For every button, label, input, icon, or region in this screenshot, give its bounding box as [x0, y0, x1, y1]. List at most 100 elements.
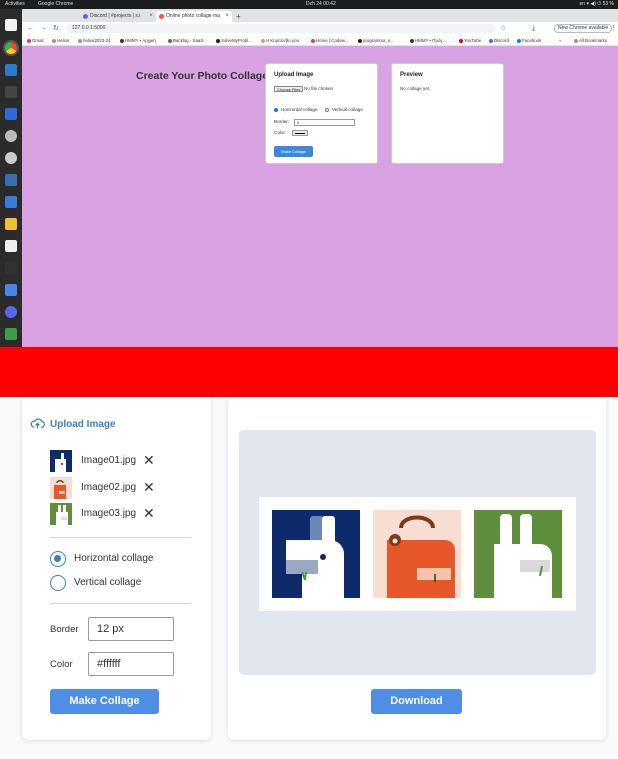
folder-icon: [52, 38, 56, 43]
horizontal-collage-label: Horizontal collage: [74, 553, 154, 564]
update-chrome-button[interactable]: New Chrome available: [554, 24, 613, 33]
site-icon: [120, 38, 124, 43]
border-label: Border:: [274, 119, 290, 124]
terminal-app-icon[interactable]: [5, 86, 17, 98]
collage-image-2: [373, 510, 461, 598]
document-viewer-app-icon[interactable]: [5, 196, 17, 208]
discord-app-icon[interactable]: [5, 306, 17, 318]
site-icon: [261, 38, 265, 43]
bookmark-item[interactable]: Facebook: [517, 35, 541, 46]
collage-preview-area: [239, 430, 596, 675]
border-input[interactable]: 12 px: [88, 617, 174, 641]
site-icon: [311, 38, 315, 43]
color-swatch: [295, 133, 305, 134]
remove-file-icon[interactable]: ✕: [143, 452, 155, 468]
chrome-app-icon[interactable]: [5, 42, 17, 54]
menu-kebab-icon[interactable]: ⋮: [610, 22, 617, 35]
vertical-collage-label: Vertical collage: [74, 577, 142, 588]
separator-band: [0, 347, 618, 397]
horizontal-collage-radio[interactable]: [50, 551, 66, 567]
bookmark-label: HMMY • Πρόγ...: [415, 38, 447, 43]
color-label: Color:: [274, 130, 287, 135]
no-file-text: No file chosen: [304, 86, 334, 91]
youtube-icon: [459, 38, 463, 43]
system-status-area[interactable]: en ▾ ◀) ⏻ 53 %: [580, 0, 615, 9]
disk-app-icon[interactable]: [5, 152, 17, 164]
bookmark-label: Helios: [57, 38, 70, 43]
bookmark-item[interactable]: Home | Codew...: [311, 35, 348, 46]
border-input[interactable]: 5: [294, 119, 355, 126]
new-tab-button[interactable]: +: [236, 11, 241, 22]
image01-thumbnail: [50, 450, 72, 472]
settings-app-icon[interactable]: [5, 130, 17, 142]
bookmark-item[interactable]: HMMY • Πρόγ...: [410, 35, 446, 46]
bookmark-item[interactable]: HMMY • Αρχική: [120, 35, 156, 46]
file-row: Image01.jpg ✕: [50, 450, 170, 472]
remove-file-icon[interactable]: ✕: [143, 505, 155, 521]
folder-icon: [574, 38, 578, 43]
remove-file-icon[interactable]: ✕: [143, 479, 155, 495]
bookmark-star-icon[interactable]: ☆: [500, 22, 506, 35]
bookmark-label: Η Κοριτσι/βο you: [266, 38, 300, 43]
forward-icon[interactable]: →: [40, 22, 47, 35]
back-icon[interactable]: ←: [27, 22, 34, 35]
bookmark-item[interactable]: Η Κοριτσι/βο you: [261, 35, 299, 46]
bookmark-item[interactable]: SolveMyProbl...: [216, 35, 252, 46]
notes-app-icon[interactable]: [5, 218, 17, 230]
upload-card-title: Upload Image: [274, 72, 314, 78]
bookmark-item[interactable]: YouTube: [459, 35, 481, 46]
bookmark-label: YouTube: [464, 38, 482, 43]
files-app-icon[interactable]: [5, 19, 17, 31]
color-input[interactable]: #ffffff: [88, 652, 174, 676]
remote-app-icon[interactable]: [5, 284, 17, 296]
make-collage-button[interactable]: Make Collage: [50, 689, 159, 714]
close-tab-icon[interactable]: ×: [225, 11, 229, 22]
all-bookmarks-button[interactable]: All Bookmarks: [574, 35, 607, 46]
activities-button[interactable]: Activities: [5, 0, 25, 9]
spreadsheet-app-icon[interactable]: [5, 328, 17, 340]
bookmark-item[interactable]: Gmail: [27, 35, 43, 46]
vscode-app-icon[interactable]: [5, 64, 17, 76]
make-collage-button[interactable]: Make Collage: [274, 146, 313, 157]
bookmark-label: All Bookmarks: [579, 38, 608, 43]
network-app-icon[interactable]: [5, 174, 17, 186]
text-editor-app-icon[interactable]: [5, 240, 17, 252]
bookmark-item[interactable]: helios2023-24: [78, 35, 111, 46]
download-button[interactable]: Download: [371, 689, 462, 714]
bookmark-item[interactable]: Backlog - SaaS...: [168, 35, 207, 46]
close-tab-icon[interactable]: ×: [149, 11, 153, 22]
horizontal-radio[interactable]: [274, 108, 278, 112]
intellij-app-icon[interactable]: [5, 108, 17, 120]
system-monitor-app-icon[interactable]: [5, 262, 17, 274]
discord-favicon-icon: [83, 14, 88, 19]
focused-app-label[interactable]: Google Chrome: [38, 0, 73, 9]
vertical-collage-radio[interactable]: [50, 575, 66, 591]
file-name: Image03.jpg: [81, 508, 137, 519]
vertical-radio[interactable]: [325, 108, 329, 112]
address-bar[interactable]: 127.0.0.1:5000: [66, 24, 496, 33]
bookmark-item[interactable]: Discord: [489, 35, 509, 46]
facebook-icon: [517, 38, 521, 43]
bookmark-item[interactable]: programma_e...: [358, 35, 394, 46]
color-picker[interactable]: [292, 130, 308, 136]
site-icon: [168, 38, 172, 43]
reload-icon[interactable]: ↻: [53, 22, 59, 35]
github-icon: [358, 38, 362, 43]
choose-files-button[interactable]: Choose Files: [274, 86, 304, 92]
upload-image-link[interactable]: Upload Image: [30, 418, 116, 430]
collage-image-1: [272, 510, 360, 598]
bookmarks-bar: Gmail Helios helios2023-24 HMMY • Αρχική…: [22, 35, 618, 46]
bookmark-item[interactable]: Helios: [52, 35, 69, 46]
browser-toolbar: ← → ↻ 127.0.0.1:5000 ☆ ⤓ New Chrome avai…: [22, 22, 618, 35]
upload-card-zoomed: Upload Image Image01.jpg ✕ Image02.jpg ✕…: [22, 397, 211, 740]
cloud-upload-icon: [30, 418, 45, 429]
more-bookmarks-icon[interactable]: »: [559, 35, 561, 46]
download-icon[interactable]: ⤓: [532, 22, 535, 35]
preview-card-zoomed: Download: [228, 397, 606, 740]
tab-discord[interactable]: Discord | #projects | s.i ×: [80, 11, 156, 22]
system-clock[interactable]: Dzh 24 00:42: [306, 0, 336, 9]
tab-collage[interactable]: Online photo collage ma ×: [156, 11, 232, 22]
bookmark-label: programma_e...: [363, 38, 394, 43]
page-title: Create Your Photo Collage: [136, 70, 269, 82]
page-viewport: Create Your Photo Collage Upload Image C…: [22, 46, 618, 347]
